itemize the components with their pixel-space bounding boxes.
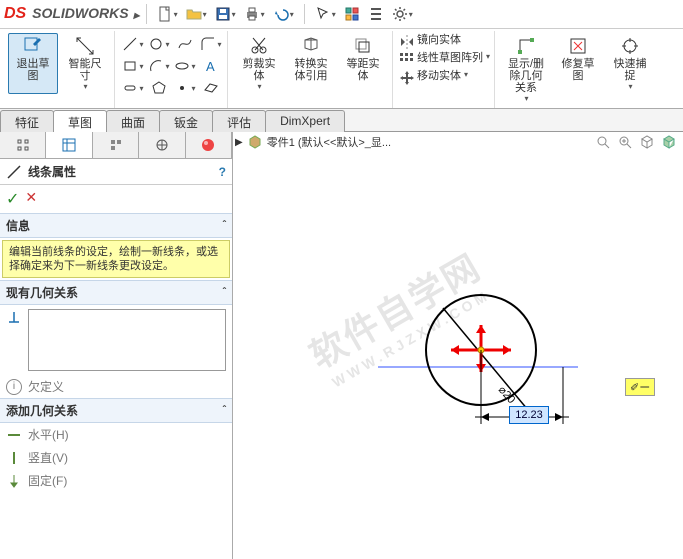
exit-sketch-button[interactable]: 退出草 图 [8, 33, 58, 94]
tab-dimxpert[interactable]: DimXpert [265, 110, 345, 132]
smart-dimension-button[interactable]: 智能尺 寸 ▾ [60, 33, 110, 94]
ellipse-tool[interactable]: ▾ [173, 56, 197, 76]
tab-sketch[interactable]: 草图 [53, 110, 107, 132]
tab-sheetmetal[interactable]: 钣金 [159, 110, 213, 132]
app-name: SOLIDWORKS [32, 5, 128, 21]
app-logo: DS SOLIDWORKS ▶ [4, 5, 140, 23]
undo-button[interactable]: ▾ [269, 2, 298, 26]
line-tool[interactable]: ▾ [121, 34, 145, 54]
add-horizontal-relation[interactable]: 水平(H) [0, 423, 232, 446]
relation-perp-icon [6, 309, 22, 328]
exit-sketch-label: 退出草 图 [17, 58, 50, 82]
command-manager-tabs: 特征 草图 曲面 钣金 评估 DimXpert [0, 109, 683, 132]
help-button[interactable]: ? [219, 165, 226, 179]
text-tool[interactable]: A [199, 56, 223, 76]
open-file-button[interactable]: ▾ [182, 2, 211, 26]
title-bar: DS SOLIDWORKS ▶ ▾ ▾ ▾ ▾ ▾ ▾ ▾ [0, 0, 683, 29]
linear-pattern-button[interactable]: 线性草图阵列▾ [399, 52, 490, 68]
options-list-button[interactable] [364, 2, 388, 26]
panel-title: 线条属性 [28, 163, 76, 180]
cursor-feedback-label: ✐ー [625, 378, 655, 396]
quick-snap-button[interactable]: 快速捕 捉▾ [605, 33, 655, 106]
feature-tree-tab[interactable] [0, 132, 46, 158]
underdefined-status: i 欠定义 [0, 375, 232, 398]
line-icon [6, 164, 22, 180]
ds-logo-icon: DS [4, 5, 28, 22]
property-manager-tab[interactable] [46, 132, 92, 158]
fillet-tool[interactable]: ▾ [199, 34, 223, 54]
existing-relations-list[interactable] [28, 309, 226, 371]
info-message: 编辑当前线条的设定，绘制一新线条，或选择确定来为下一新线条更改设定。 [2, 240, 230, 278]
info-icon: i [6, 379, 22, 395]
select-button[interactable]: ▾ [311, 2, 340, 26]
add-relations-header[interactable]: 添加几何关系ˆ [0, 398, 232, 423]
add-fixed-relation[interactable]: 固定(F) [0, 469, 232, 492]
convert-entities-button[interactable]: 转换实 体引用 [286, 33, 336, 94]
rebuild-button[interactable] [340, 2, 364, 26]
point-tool[interactable]: ▾ [173, 78, 197, 98]
trim-entities-button[interactable]: 剪裁实 体▾ [234, 33, 284, 94]
rectangle-tool[interactable]: ▾ [121, 56, 145, 76]
move-entities-button[interactable]: 移动实体▾ [399, 70, 468, 86]
ribbon: 退出草 图 智能尺 寸 ▾ ▾ ▾ ▾ ▾ ▾ ▾ A ▾ ▾ [0, 29, 683, 109]
spline-tool[interactable] [173, 34, 197, 54]
display-manager-tab[interactable] [186, 132, 232, 158]
arc-tool[interactable]: ▾ [147, 56, 171, 76]
smart-dim-label: 智能尺 寸 [69, 58, 102, 82]
tab-evaluate[interactable]: 评估 [212, 110, 266, 132]
plane-tool[interactable] [199, 78, 223, 98]
property-manager-panel: 线条属性 ? ✓ ✕ 信息ˆ 编辑当前线条的设定，绘制一新线条，或选择确定来为下… [0, 132, 233, 559]
offset-entities-button[interactable]: 等距实 体 [338, 33, 388, 94]
print-button[interactable]: ▾ [240, 2, 269, 26]
app-menu-dropdown[interactable]: ▶ [132, 11, 139, 20]
cancel-button[interactable]: ✕ [25, 189, 37, 209]
slot-tool[interactable]: ▾ [121, 78, 145, 98]
tab-surface[interactable]: 曲面 [106, 110, 160, 132]
settings-button[interactable]: ▾ [388, 2, 417, 26]
sketch-canvas[interactable]: ⌀20 [233, 132, 683, 559]
new-file-button[interactable]: ▾ [153, 2, 182, 26]
dimxpert-manager-tab[interactable] [139, 132, 185, 158]
dimension-value-input[interactable] [509, 406, 549, 424]
mirror-entities-button[interactable]: 镜向实体 [399, 34, 461, 50]
save-button[interactable]: ▾ [211, 2, 240, 26]
sketch-tools-group: ▾ ▾ ▾ ▾ ▾ ▾ A ▾ ▾ [117, 31, 228, 108]
graphics-viewport[interactable]: ▶ 零件1 (默认<<默认>_显... 软件自学网WWW.RJZXW.COM ⌀… [233, 132, 683, 559]
tab-features[interactable]: 特征 [0, 110, 54, 132]
info-section-header[interactable]: 信息ˆ [0, 213, 232, 238]
add-vertical-relation[interactable]: 竖直(V) [0, 446, 232, 469]
existing-relations-header[interactable]: 现有几何关系ˆ [0, 280, 232, 305]
polygon-tool[interactable] [147, 78, 171, 98]
svg-text:A: A [206, 59, 215, 74]
config-manager-tab[interactable] [93, 132, 139, 158]
repair-sketch-button[interactable]: 修复草 图 [553, 33, 603, 106]
circle-tool[interactable]: ▾ [147, 34, 171, 54]
ok-button[interactable]: ✓ [6, 189, 19, 209]
display-relations-button[interactable]: 显示/删 除几何 关系▾ [501, 33, 551, 106]
